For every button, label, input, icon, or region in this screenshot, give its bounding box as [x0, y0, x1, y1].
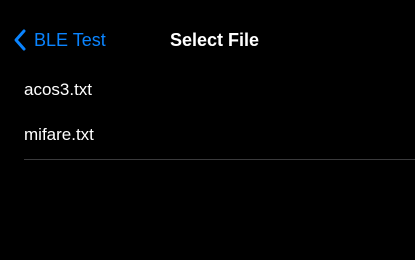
divider: [24, 159, 415, 160]
file-list-item[interactable]: acos3.txt: [0, 70, 415, 115]
back-button[interactable]: BLE Test: [12, 25, 106, 55]
navigation-bar: BLE Test Select File: [0, 0, 415, 70]
file-list: acos3.txt mifare.txt: [0, 70, 415, 160]
file-list-item[interactable]: mifare.txt: [0, 115, 415, 160]
file-name: acos3.txt: [24, 80, 93, 99]
page-title: Select File: [170, 30, 260, 50]
chevron-left-icon: [12, 28, 28, 52]
back-button-label: BLE Test: [34, 30, 106, 50]
file-name: mifare.txt: [24, 125, 94, 144]
